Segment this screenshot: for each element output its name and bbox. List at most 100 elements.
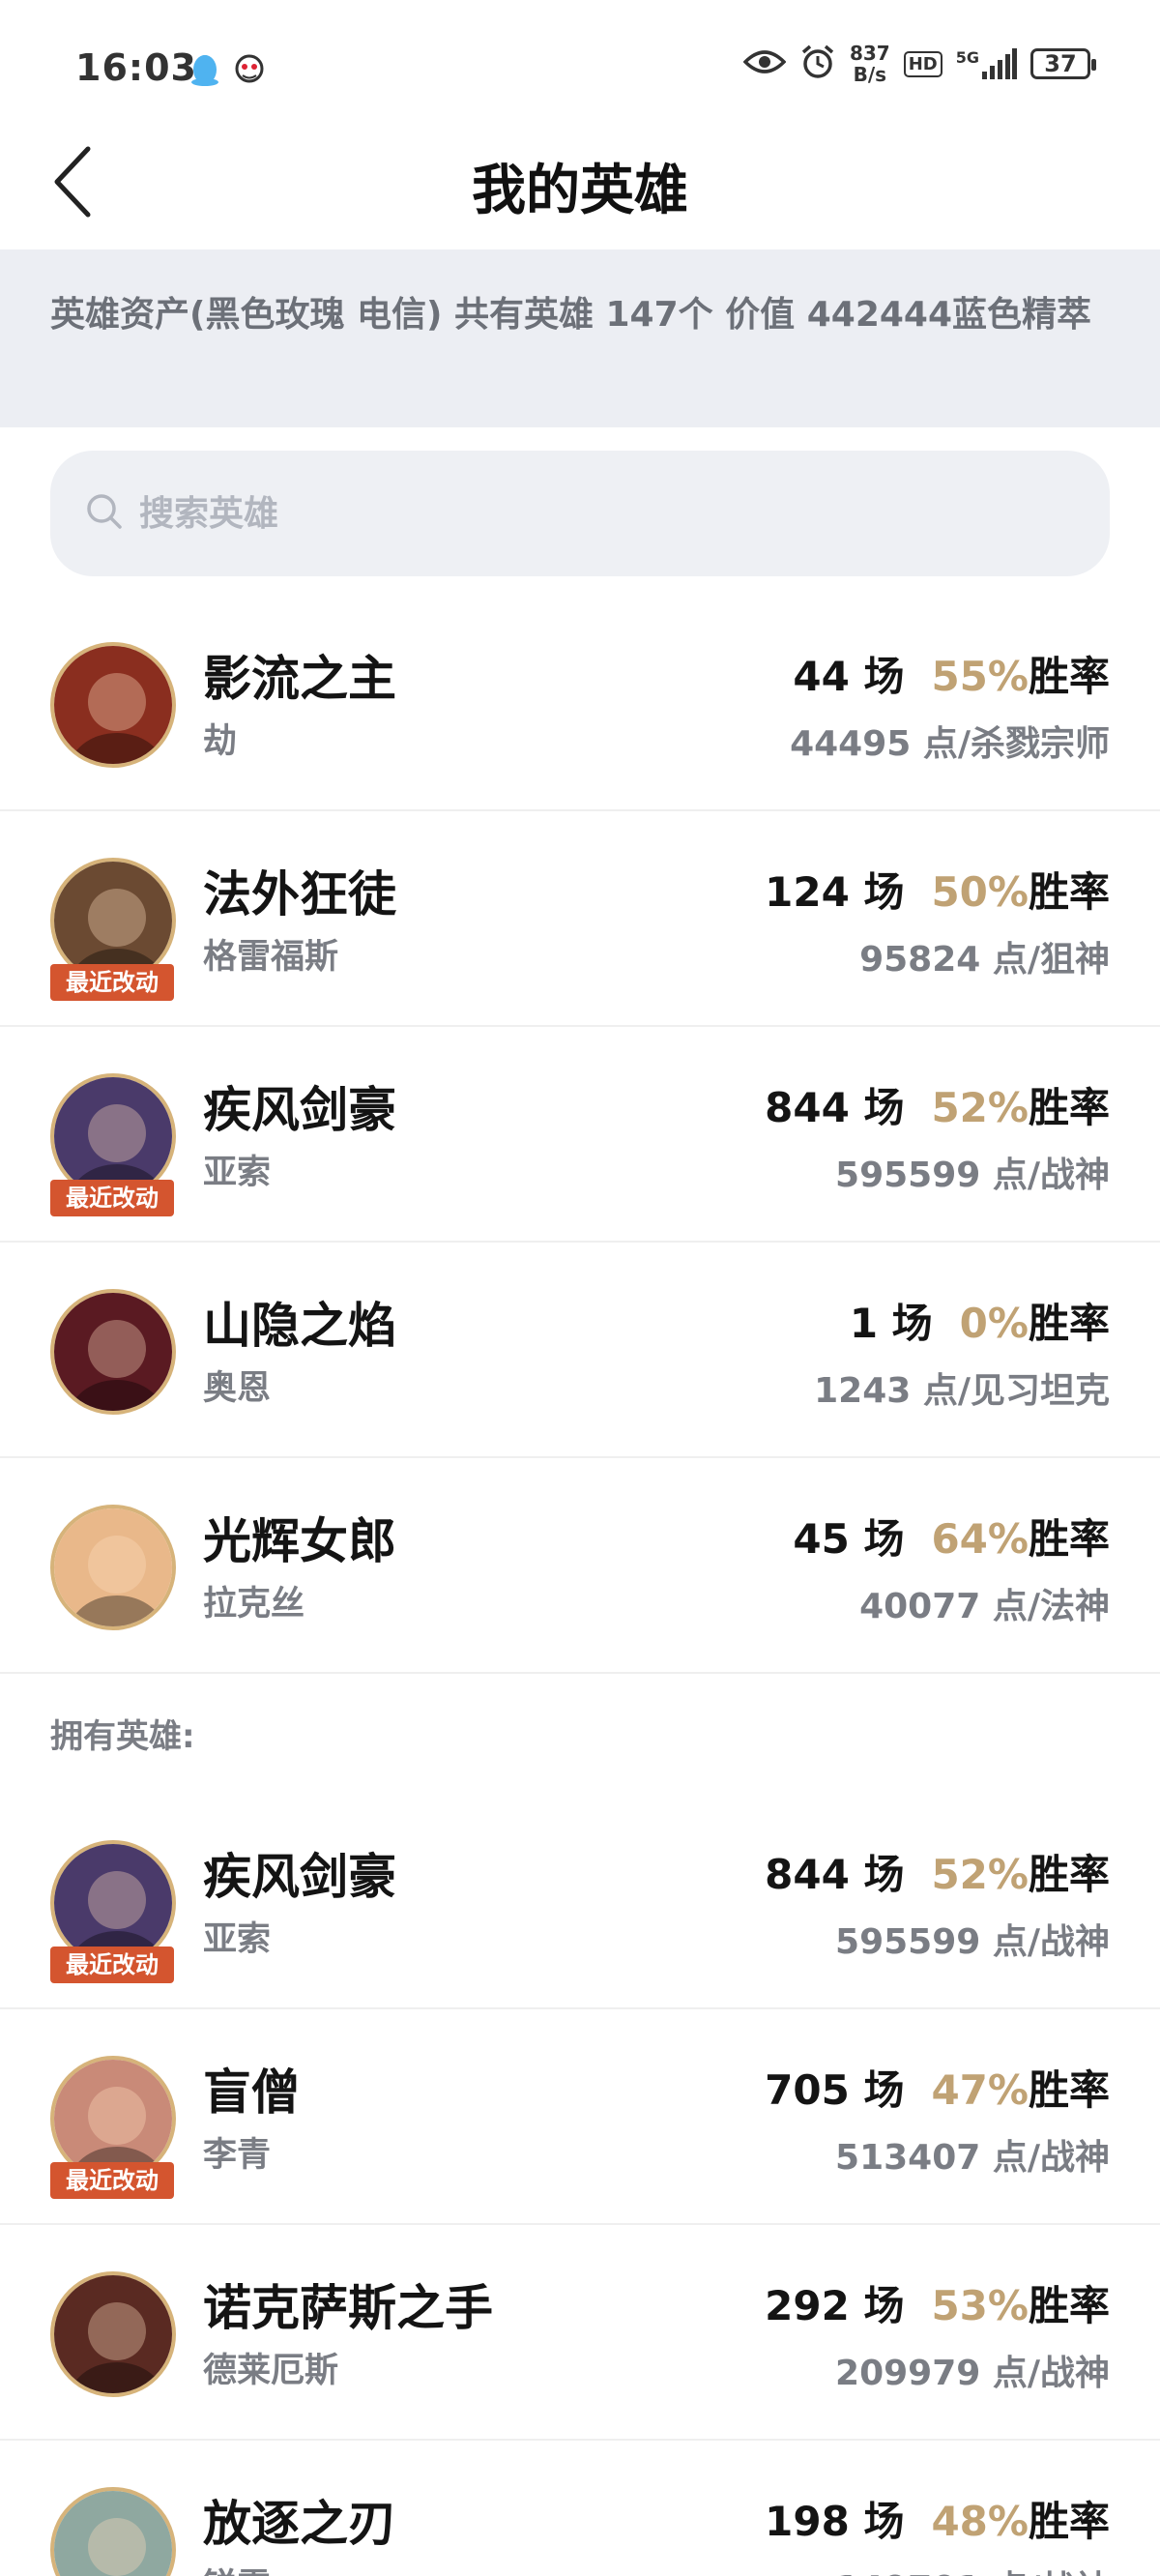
asset-summary-text: 英雄资产(黑色玫瑰 电信) 共有英雄 147个 价值 442444蓝色精萃 [50, 295, 1092, 335]
hero-avatar [50, 2271, 176, 2397]
battery-icon: 37 [1030, 48, 1096, 79]
hero-games-count: 45 场 [793, 1515, 905, 1563]
hero-mastery-points: 1243 点/见习坦克 [814, 1371, 1110, 1411]
hero-games-count: 292 场 [765, 2282, 905, 2329]
hero-row-1[interactable]: 最近改动 法外狂徒 格雷福斯 124 场 50% 胜率 95824 点/狙神 [0, 811, 1160, 1027]
hero-avatar-wrap [50, 2271, 176, 2397]
recently-changed-badge: 最近改动 [50, 2162, 174, 2199]
search-bar[interactable] [50, 451, 1110, 576]
signal-icon: 5G [956, 48, 1017, 79]
hero-title: 诺克萨斯之手 [203, 2280, 493, 2336]
app-header: 我的英雄 [0, 135, 1160, 249]
hero-games-count: 844 场 [765, 1851, 905, 1898]
hero-mastery-points: 149701 点/战神 [835, 2561, 1110, 2576]
hero-title: 影流之主 [203, 651, 396, 707]
qq-penguin-icon [188, 50, 221, 91]
hero-games-count: 124 场 [765, 868, 905, 916]
hero-avatar [50, 642, 176, 768]
hero-games-count: 705 场 [765, 2066, 905, 2114]
search-input[interactable] [139, 493, 1009, 534]
recent-hero-list: 影流之主 劫 44 场 55% 胜率 44495 点/杀戮宗师 最近改动 法外狂徒… [0, 596, 1160, 1674]
champion-portrait-icon [54, 2275, 172, 2393]
hero-mastery-points: 40077 点/法神 [859, 1587, 1110, 1626]
hero-name: 拉克丝 [203, 1585, 305, 1624]
status-time: 16:03 [75, 46, 197, 89]
page-title: 我的英雄 [472, 160, 688, 222]
champion-portrait-icon [54, 1508, 172, 1626]
hero-avatar [50, 1505, 176, 1630]
hero-mastery-points: 595599 点/战神 [835, 1922, 1110, 1962]
hero-avatar-wrap: 最近改动 [50, 2056, 176, 2199]
hero-win-rate: 50% [931, 868, 1029, 916]
recently-changed-badge: 最近改动 [50, 1180, 174, 1216]
hero-stats: 124 场 50% 胜率 [765, 860, 1110, 919]
hero-win-rate: 0% [959, 1300, 1029, 1347]
hero-row-3[interactable]: 放逐之刃 锐雯 198 场 48%胜率 149701 点/战神 [0, 2441, 1160, 2576]
hero-avatar [50, 2487, 176, 2576]
hero-win-rate-label: 胜率 [1028, 868, 1110, 916]
eye-icon [742, 48, 787, 79]
hero-win-rate-label: 胜率 [1028, 1515, 1110, 1563]
hero-row-2[interactable]: 最近改动 疾风剑豪 亚索 844 场 52% 胜率 595599 点/战神 [0, 1027, 1160, 1243]
hero-avatar [50, 1289, 176, 1415]
hero-row-3[interactable]: 山隐之焰 奥恩 1 场 0% 胜率 1243 点/见习坦克 [0, 1243, 1160, 1458]
hero-mastery-points: 44495 点/杀戮宗师 [790, 724, 1110, 764]
hero-win-rate: 64% [931, 1515, 1029, 1563]
hero-stats: 844 场 52% 胜率 [765, 1842, 1110, 1901]
hero-win-rate-label: 胜率 [1028, 1084, 1110, 1131]
hero-name: 格雷福斯 [203, 938, 339, 977]
hero-avatar-wrap [50, 642, 176, 768]
hero-win-rate-label: 胜率 [1028, 653, 1110, 700]
hero-row-1[interactable]: 最近改动 盲僧 李青 705 场 47% 胜率 513407 点/战神 [0, 2009, 1160, 2225]
hero-avatar-wrap: 最近改动 [50, 858, 176, 1001]
hero-title: 光辉女郎 [203, 1513, 396, 1569]
hero-name: 奥恩 [203, 1369, 272, 1408]
hero-win-rate-label: 胜率 [1028, 2282, 1110, 2329]
hd-badge: HD [903, 50, 942, 77]
hero-name: 锐雯 [203, 2559, 271, 2576]
asset-summary-banner: 英雄资产(黑色玫瑰 电信) 共有英雄 147个 价值 442444蓝色精萃 [0, 249, 1160, 427]
hero-stats: 44 场 55% 胜率 [793, 644, 1110, 703]
hero-title: 盲僧 [203, 2064, 300, 2121]
hero-row-0[interactable]: 影流之主 劫 44 场 55% 胜率 44495 点/杀戮宗师 [0, 596, 1160, 811]
hero-avatar-wrap [50, 2487, 176, 2576]
hero-name: 李青 [203, 2136, 272, 2175]
hero-win-rate-label: 胜率 [1028, 2066, 1110, 2114]
owned-hero-list: 最近改动 疾风剑豪 亚索 844 场 52% 胜率 595599 点/战神 最近改… [0, 1794, 1160, 2576]
hero-avatar-wrap [50, 1289, 176, 1415]
hero-row-0[interactable]: 最近改动 疾风剑豪 亚索 844 场 52% 胜率 595599 点/战神 [0, 1794, 1160, 2009]
alarm-icon [799, 44, 836, 84]
status-left-icons [188, 50, 266, 91]
hero-name: 亚索 [203, 1920, 272, 1959]
recently-changed-badge: 最近改动 [50, 1947, 174, 1983]
recently-changed-badge: 最近改动 [50, 964, 174, 1001]
hero-win-rate: 52% [931, 1851, 1029, 1898]
hero-win-rate: 48% [931, 2498, 1029, 2545]
hero-stats: 1 场 0% 胜率 [850, 1291, 1110, 1350]
hero-avatar-wrap: 最近改动 [50, 1840, 176, 1983]
status-bar: 16:03 837 B/s HD 5G 37 [0, 0, 1160, 135]
hero-games-count: 844 场 [765, 1084, 905, 1131]
hero-stats: 45 场 64% 胜率 [793, 1507, 1110, 1566]
hero-win-rate: 53% [931, 2282, 1029, 2329]
hero-win-rate-label: 胜率 [1028, 1851, 1110, 1898]
hero-win-rate-label: 胜率 [1028, 2498, 1110, 2545]
owned-heroes-label: 拥有英雄: [50, 1717, 195, 1756]
hero-avatar-wrap [50, 1505, 176, 1630]
hero-title: 法外狂徒 [203, 866, 396, 922]
champion-portrait-icon [54, 2491, 172, 2576]
hero-stats: 844 场 52% 胜率 [765, 1075, 1110, 1134]
hero-row-4[interactable]: 光辉女郎 拉克丝 45 场 64% 胜率 40077 点/法神 [0, 1458, 1160, 1674]
hero-games-count: 44 场 [793, 653, 905, 700]
champion-portrait-icon [54, 1293, 172, 1411]
hero-avatar-wrap: 最近改动 [50, 1073, 176, 1216]
hero-win-rate: 52% [931, 1084, 1029, 1131]
hero-mastery-points: 595599 点/战神 [835, 1156, 1110, 1195]
champion-portrait-icon [54, 646, 172, 764]
status-right-icons: 837 B/s HD 5G 37 [742, 42, 1096, 86]
hero-row-2[interactable]: 诺克萨斯之手 德莱厄斯 292 场 53% 胜率 209979 点/战神 [0, 2225, 1160, 2441]
hero-win-rate: 47% [931, 2066, 1029, 2114]
hero-name: 亚索 [203, 1154, 272, 1192]
net-speed: 837 B/s [849, 42, 890, 86]
hero-win-rate: 55% [931, 653, 1029, 700]
